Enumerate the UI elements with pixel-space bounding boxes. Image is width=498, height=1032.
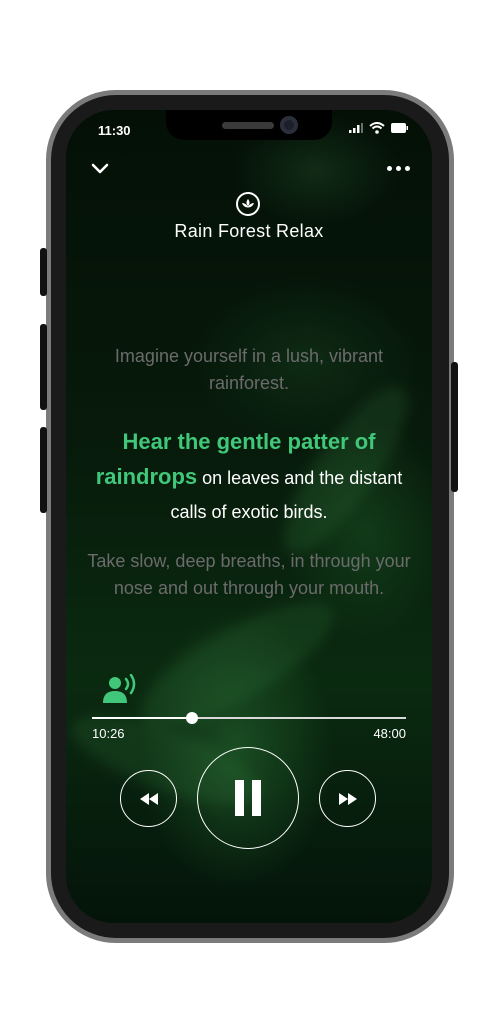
session-title: Rain Forest Relax: [174, 221, 324, 241]
elapsed-time: 10:26: [92, 726, 125, 741]
power-button: [451, 362, 458, 492]
speaker-grille: [222, 122, 274, 129]
progress-fill: [92, 717, 193, 719]
script-line-rest: on leaves and the distant calls of exoti…: [170, 468, 403, 522]
total-duration: 48:00: [373, 726, 406, 741]
fast-forward-icon: [338, 792, 357, 805]
lotus-logo-icon: [236, 192, 260, 216]
chevron-down-icon: [91, 163, 109, 174]
pause-icon: [235, 780, 261, 816]
more-dot: [396, 166, 401, 171]
more-horizontal-icon: [387, 166, 392, 171]
status-time: 11:30: [98, 123, 131, 138]
signal-icon: [349, 123, 363, 133]
narrator-button[interactable]: [102, 673, 140, 709]
status-icons: [349, 122, 408, 134]
notch: [166, 110, 332, 140]
script-line-current: Hear the gentle patter of raindrops on l…: [84, 426, 414, 530]
script-line-next: Take slow, deep breaths, in through your…: [87, 551, 411, 598]
pause-button[interactable]: [197, 747, 299, 849]
screen: 11:30 Rain Forest Relax Imagine yourself…: [66, 110, 432, 923]
wifi-icon: [369, 122, 385, 134]
rewind-button[interactable]: [120, 770, 177, 827]
front-camera: [280, 116, 298, 134]
more-options-button[interactable]: [387, 166, 410, 171]
fast-forward-button[interactable]: [319, 770, 376, 827]
lotus-glyph: [242, 199, 254, 208]
script-line-previous: Imagine yourself in a lush, vibrant rain…: [114, 346, 384, 393]
mute-switch: [40, 248, 47, 296]
volume-down-button: [40, 427, 47, 513]
rewind-icon: [139, 792, 158, 805]
collapse-button[interactable]: [90, 162, 110, 181]
battery-icon: [391, 123, 408, 133]
volume-up-button: [40, 324, 47, 410]
progress-bar[interactable]: [92, 712, 406, 724]
more-dot: [405, 166, 410, 171]
speaking-person-icon: [103, 673, 136, 703]
